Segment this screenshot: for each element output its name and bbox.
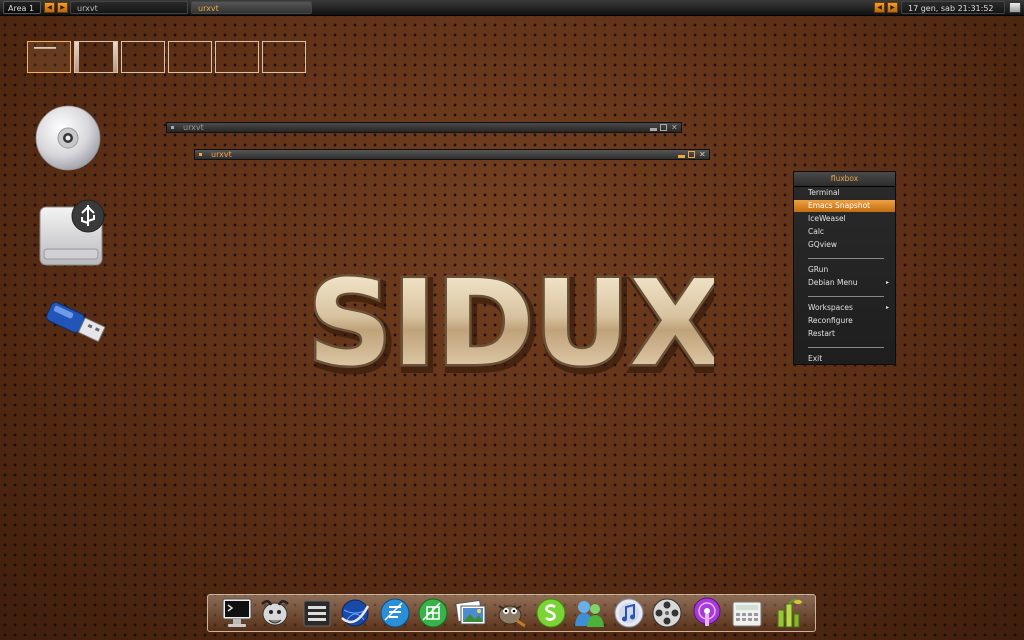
minimize-icon[interactable] bbox=[678, 155, 685, 158]
fluxbox-root-menu: fluxbox Terminal Emacs Snapshot IceWease… bbox=[793, 171, 896, 365]
menu-item-gqview[interactable]: GQview bbox=[794, 239, 895, 251]
workspace-2[interactable] bbox=[74, 41, 118, 73]
cd-drive-icon[interactable] bbox=[34, 104, 102, 176]
window-urxvt-2[interactable]: urxvt ✕ bbox=[194, 149, 710, 160]
clock: 17 gen, sab 21:31:52 bbox=[901, 1, 1005, 14]
workspace-5[interactable] bbox=[215, 41, 259, 73]
sidux-logo: SIDUX SIDUX bbox=[314, 258, 714, 378]
taskbar-item-urxvt[interactable]: urxvt bbox=[70, 1, 188, 14]
workspace-4[interactable] bbox=[168, 41, 212, 73]
close-icon[interactable]: ✕ bbox=[671, 124, 678, 132]
menu-item-workspaces[interactable]: Workspaces ▸ bbox=[794, 302, 895, 314]
skype-icon[interactable] bbox=[534, 596, 568, 630]
menu-title: fluxbox bbox=[794, 172, 895, 187]
menu-item-exit[interactable]: Exit bbox=[794, 353, 895, 365]
menu-item-debian-menu[interactable]: Debian Menu ▸ bbox=[794, 277, 895, 289]
menu-item-terminal[interactable]: Terminal bbox=[794, 187, 895, 199]
writer-icon[interactable] bbox=[378, 596, 412, 630]
prev-window-button[interactable]: ◀ bbox=[874, 2, 885, 13]
prev-workspace-button[interactable]: ◀ bbox=[44, 2, 55, 13]
workspace-name[interactable]: Area 1 bbox=[3, 1, 41, 14]
workspace-6[interactable] bbox=[262, 41, 306, 73]
bamboo-icon[interactable] bbox=[770, 596, 804, 630]
usb-flash-drive-icon[interactable] bbox=[42, 298, 108, 352]
window-thumbnail bbox=[75, 42, 79, 72]
window-title: urxvt bbox=[211, 150, 232, 159]
taskbar-item-urxvt-active[interactable]: urxvt bbox=[191, 1, 312, 14]
window-menu-icon[interactable] bbox=[171, 126, 174, 129]
systray-monitor-icon[interactable] bbox=[1009, 2, 1021, 13]
menu-separator bbox=[808, 258, 884, 259]
menu-item-iceweasel[interactable]: IceWeasel bbox=[794, 213, 895, 225]
menu-item-grun[interactable]: GRun bbox=[794, 264, 895, 276]
terminal-icon[interactable] bbox=[220, 596, 254, 630]
calc-icon[interactable] bbox=[416, 596, 450, 630]
window-menu-icon[interactable] bbox=[199, 153, 202, 156]
menu-item-label: Workspaces bbox=[808, 303, 853, 312]
submenu-arrow-icon: ▸ bbox=[885, 304, 889, 311]
music-player-icon[interactable] bbox=[612, 596, 646, 630]
toolbar: Area 1 ◀ ▶ urxvt urxvt ◀ ▶ 17 gen, sab 2… bbox=[0, 0, 1024, 16]
next-workspace-button[interactable]: ▶ bbox=[57, 2, 68, 13]
video-player-icon[interactable] bbox=[650, 596, 684, 630]
workspace-1[interactable] bbox=[27, 41, 71, 73]
file-manager-icon[interactable] bbox=[300, 596, 334, 630]
podcast-icon[interactable] bbox=[690, 596, 724, 630]
window-title: urxvt bbox=[183, 123, 204, 132]
menu-separator bbox=[808, 347, 884, 348]
menu-item-calc[interactable]: Calc bbox=[794, 226, 895, 238]
dock bbox=[207, 594, 816, 632]
usb-storage-drive-icon[interactable] bbox=[38, 199, 106, 273]
messenger-icon[interactable] bbox=[572, 596, 606, 630]
logo-text: SIDUX bbox=[314, 258, 714, 378]
menu-item-restart[interactable]: Restart bbox=[794, 328, 895, 340]
workspace-3[interactable] bbox=[121, 41, 165, 73]
menu-separator bbox=[808, 296, 884, 297]
menu-item-emacs-snapshot[interactable]: Emacs Snapshot bbox=[794, 200, 895, 212]
menu-item-reconfigure[interactable]: Reconfigure bbox=[794, 315, 895, 327]
maximize-icon[interactable] bbox=[688, 151, 695, 158]
window-thumbnail bbox=[34, 47, 56, 49]
gimp-icon[interactable] bbox=[494, 596, 528, 630]
gnu-gnome-icon[interactable] bbox=[258, 596, 292, 630]
window-urxvt-1[interactable]: urxvt ✕ bbox=[166, 122, 682, 133]
next-window-button[interactable]: ▶ bbox=[887, 2, 898, 13]
calculator-icon[interactable] bbox=[730, 596, 764, 630]
maximize-icon[interactable] bbox=[660, 124, 667, 131]
menu-item-label: Debian Menu bbox=[808, 278, 858, 287]
close-icon[interactable]: ✕ bbox=[699, 151, 706, 159]
browser-globe-icon[interactable] bbox=[338, 596, 372, 630]
window-thumbnail bbox=[113, 42, 117, 72]
minimize-icon[interactable] bbox=[650, 128, 657, 131]
submenu-arrow-icon: ▸ bbox=[885, 279, 889, 286]
image-viewer-icon[interactable] bbox=[454, 596, 488, 630]
